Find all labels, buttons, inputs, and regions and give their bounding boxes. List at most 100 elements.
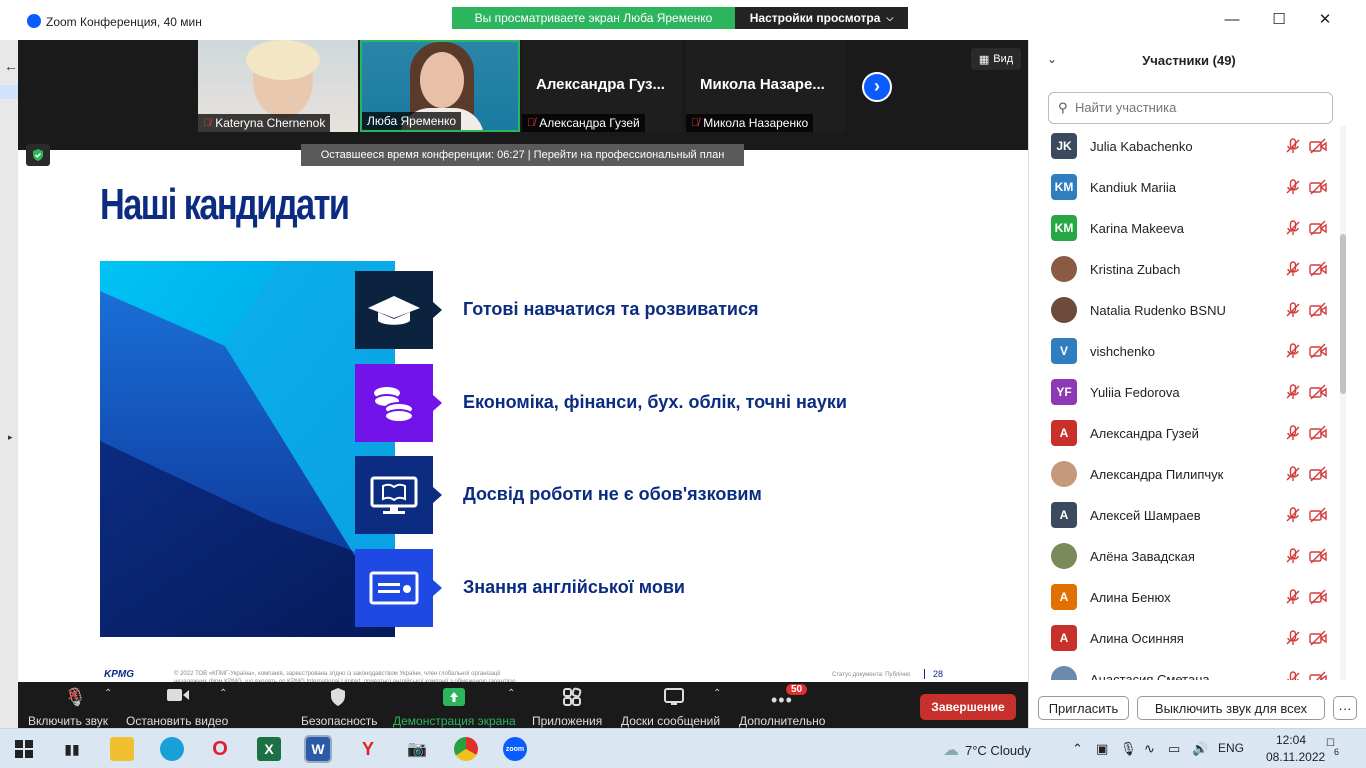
view-settings-button[interactable]: Настройки просмотра ⌵ [735, 7, 908, 29]
video-tile-active-speaker[interactable]: Люба Яременко [360, 40, 520, 132]
mic-off-icon[interactable] [1285, 507, 1301, 523]
video-off-icon[interactable] [1309, 589, 1327, 605]
video-off-icon[interactable] [1309, 302, 1327, 318]
video-off-icon[interactable] [1309, 630, 1327, 646]
tray-app-icon[interactable]: ▣ [1096, 741, 1108, 757]
video-off-icon[interactable] [1309, 548, 1327, 564]
mic-off-icon[interactable] [1285, 261, 1301, 277]
participant-row[interactable]: Natalia Rudenko BSNU [1029, 290, 1339, 331]
participant-row[interactable]: Александра Пилипчук [1029, 454, 1339, 495]
encryption-shield-icon[interactable] [26, 144, 50, 166]
slide-item: Економіка, фінанси, бух. облік, точні на… [355, 364, 955, 442]
participant-row[interactable]: KM Karina Makeeva [1029, 208, 1339, 249]
microphone-icon[interactable]: 🎙 [1120, 741, 1137, 757]
participant-search[interactable]: ⚲ [1048, 92, 1333, 124]
chrome-icon[interactable] [454, 737, 478, 761]
view-button[interactable]: ▦ Вид [971, 48, 1021, 70]
opera-icon[interactable]: O [208, 737, 232, 761]
share-options-button[interactable]: ⌃ [507, 682, 521, 728]
battery-icon[interactable]: ▭ [1168, 741, 1180, 757]
participant-row[interactable]: YF Yuliia Fedorova [1029, 372, 1339, 413]
clock[interactable]: 12:04 08.11.2022 [1266, 732, 1325, 766]
maximize-button[interactable]: ☐ [1269, 10, 1289, 30]
participant-row[interactable]: Анастасия Сметана [1029, 659, 1339, 680]
participant-row[interactable]: JK Julia Kabachenko [1029, 126, 1339, 167]
yandex-icon[interactable]: Y [356, 737, 380, 761]
video-off-icon[interactable] [1309, 466, 1327, 482]
mic-off-icon[interactable] [1285, 138, 1301, 154]
video-off-icon[interactable] [1309, 671, 1327, 680]
expand-arrow-icon[interactable]: ▸ [8, 432, 13, 443]
share-screen-button[interactable]: Демонстрация экрана [393, 682, 517, 728]
participant-row[interactable]: А Алина Осинняя [1029, 618, 1339, 659]
whiteboard-icon [663, 687, 685, 712]
mic-off-icon[interactable] [1285, 548, 1301, 564]
wifi-icon[interactable]: ∿ [1144, 741, 1155, 757]
participant-row[interactable]: Kristina Zubach [1029, 249, 1339, 290]
video-off-icon[interactable] [1309, 261, 1327, 277]
mic-off-icon[interactable] [1285, 220, 1301, 236]
whiteboard-options-button[interactable]: ⌃ [713, 682, 727, 728]
video-tile[interactable]: Александра Гуз... 🎙̸ Александра Гузей [522, 40, 682, 132]
video-tile[interactable]: 🎙̸ Kateryna Chernenok [198, 40, 358, 132]
mic-off-icon[interactable] [1285, 343, 1301, 359]
video-off-icon[interactable] [1309, 384, 1327, 400]
mic-off-icon[interactable] [1285, 384, 1301, 400]
participant-list-scrollbar[interactable] [1340, 126, 1346, 680]
invite-button[interactable]: Пригласить [1038, 696, 1129, 720]
mic-off-icon[interactable] [1285, 671, 1301, 680]
end-meeting-button[interactable]: Завершение [920, 694, 1016, 720]
speaker-icon[interactable]: 🔊 [1192, 741, 1208, 757]
task-view-icon[interactable]: ▮▮ [60, 737, 84, 761]
security-button[interactable]: Безопасность [301, 682, 381, 728]
word-icon[interactable]: W [304, 735, 332, 763]
video-off-icon[interactable] [1309, 425, 1327, 441]
time-remaining-banner[interactable]: Оставшееся время конференции: 06:27 | Пе… [301, 144, 744, 166]
video-display-name: Александра Гуз... [536, 76, 665, 93]
participant-row[interactable]: Vvishchenko [1029, 331, 1339, 372]
more-options-button[interactable]: ••• Дополнительно [739, 682, 831, 728]
participant-list: JK Julia Kabachenko KM Kandiuk Mariia KM Kari… [1029, 126, 1339, 680]
edge-browser-icon[interactable] [160, 737, 184, 761]
video-options-button[interactable]: ⌃ [219, 682, 233, 728]
audio-options-button[interactable]: ⌃ [104, 682, 118, 728]
language-indicator[interactable]: ENG [1218, 741, 1244, 755]
close-button[interactable]: ✕ [1315, 10, 1335, 30]
zoom-app-icon[interactable]: zoom [503, 737, 527, 761]
stop-video-button[interactable]: Остановить видео [126, 682, 230, 728]
file-explorer-icon[interactable] [110, 737, 134, 761]
notification-center-icon[interactable]: ☐ 6 [1326, 738, 1346, 758]
minimize-button[interactable]: — [1222, 10, 1242, 30]
windows-start-icon[interactable] [12, 737, 36, 761]
participant-row[interactable]: А Александра Гузей [1029, 413, 1339, 454]
video-off-icon[interactable] [1309, 220, 1327, 236]
chevron-up-icon: ⌃ [507, 688, 516, 699]
camera-app-icon[interactable]: 📷 [405, 737, 429, 761]
mic-off-icon[interactable] [1285, 179, 1301, 195]
participant-row[interactable]: KM Kandiuk Mariia [1029, 167, 1339, 208]
scrollbar-thumb[interactable] [1340, 234, 1346, 394]
video-off-icon[interactable] [1309, 343, 1327, 359]
video-off-icon[interactable] [1309, 179, 1327, 195]
excel-icon[interactable]: X [257, 737, 281, 761]
video-off-icon[interactable] [1309, 507, 1327, 523]
mic-off-icon[interactable] [1285, 630, 1301, 646]
mic-off-icon[interactable] [1285, 302, 1301, 318]
mic-off-icon[interactable] [1285, 589, 1301, 605]
participant-row[interactable]: Алёна Завадская [1029, 536, 1339, 577]
mic-off-icon[interactable] [1285, 466, 1301, 482]
panel-more-button[interactable]: ··· [1333, 696, 1357, 720]
whiteboards-button[interactable]: Доски сообщений [621, 682, 727, 728]
participant-row[interactable]: А Алина Бенюх [1029, 577, 1339, 618]
tray-chevron-icon[interactable]: ⌃ [1072, 741, 1083, 757]
mic-off-icon[interactable] [1285, 425, 1301, 441]
participant-row[interactable]: А Алексей Шамраев [1029, 495, 1339, 536]
mute-all-button[interactable]: Выключить звук для всех [1137, 696, 1325, 720]
search-input[interactable] [1075, 100, 1325, 115]
video-off-icon[interactable] [1309, 138, 1327, 154]
back-arrow-icon[interactable]: ← [4, 58, 18, 74]
video-tile[interactable]: Микола Назаре... 🎙̸ Микола Назаренко [686, 40, 846, 132]
apps-button[interactable]: Приложения [532, 682, 620, 728]
next-page-arrow-icon[interactable]: › [862, 72, 892, 102]
weather-widget[interactable]: ☁ 7°C Cloudy [943, 740, 1031, 760]
